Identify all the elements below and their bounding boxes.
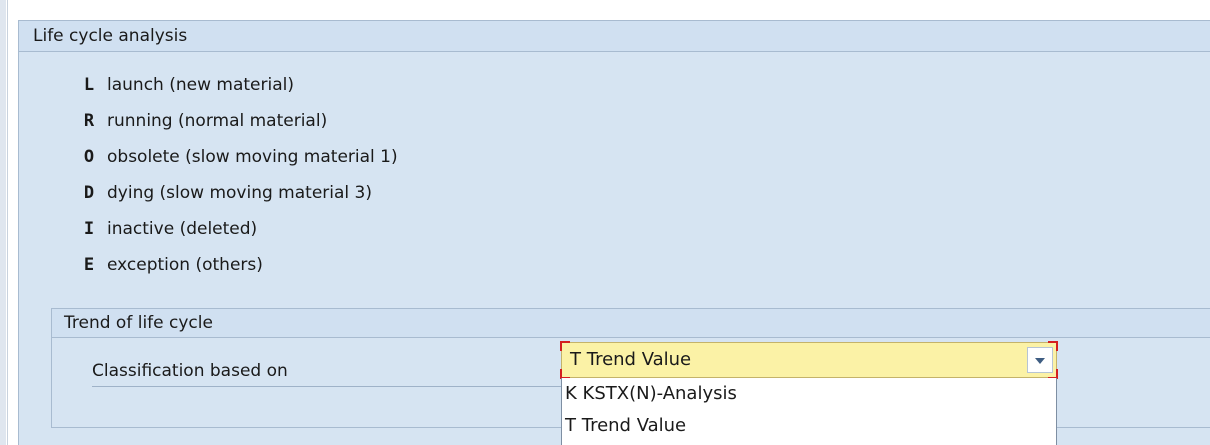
classification-selected-value[interactable]: T Trend Value xyxy=(570,343,691,377)
focus-corner-marker xyxy=(1048,341,1058,351)
status-item-inactive: Iinactive (deleted) xyxy=(79,211,398,247)
label-underline xyxy=(92,386,602,387)
status-code: D xyxy=(83,183,95,203)
status-description: launch (new material) xyxy=(107,75,294,95)
status-description: running (normal material) xyxy=(107,111,328,131)
status-code: R xyxy=(83,111,95,131)
status-item-running: Rrunning (normal material) xyxy=(79,103,398,139)
status-list: Llaunch (new material) Rrunning (normal … xyxy=(79,67,398,283)
status-code: O xyxy=(83,147,95,167)
status-item-launch: Llaunch (new material) xyxy=(79,67,398,103)
focus-corner-marker xyxy=(560,341,570,351)
status-item-dying: Ddying (slow moving material 3) xyxy=(79,175,398,211)
status-code: I xyxy=(83,219,95,239)
window-left-divider xyxy=(7,0,8,445)
status-item-exception: Eexception (others) xyxy=(79,247,398,283)
status-item-obsolete: Oobsolete (slow moving material 1) xyxy=(79,139,398,175)
window-left-edge xyxy=(0,0,6,445)
status-code: E xyxy=(83,255,95,275)
classification-label: Classification based on xyxy=(92,361,288,381)
status-code: L xyxy=(83,75,95,95)
classification-select[interactable]: T Trend Value xyxy=(560,341,1058,379)
trend-of-life-cycle-title: Trend of life cycle xyxy=(52,309,1210,338)
chevron-down-icon xyxy=(1035,358,1045,364)
status-description: exception (others) xyxy=(107,255,263,275)
dropdown-option-kstx[interactable]: K KSTX(N)-Analysis xyxy=(562,378,1056,410)
status-description: obsolete (slow moving material 1) xyxy=(107,147,398,167)
status-description: dying (slow moving material 3) xyxy=(107,183,372,203)
life-cycle-analysis-title: Life cycle analysis xyxy=(19,21,1210,52)
classification-dropdown-list: K KSTX(N)-Analysis T Trend Value xyxy=(561,378,1057,445)
dropdown-option-trend-value[interactable]: T Trend Value xyxy=(562,410,1056,442)
status-description: inactive (deleted) xyxy=(107,219,258,239)
